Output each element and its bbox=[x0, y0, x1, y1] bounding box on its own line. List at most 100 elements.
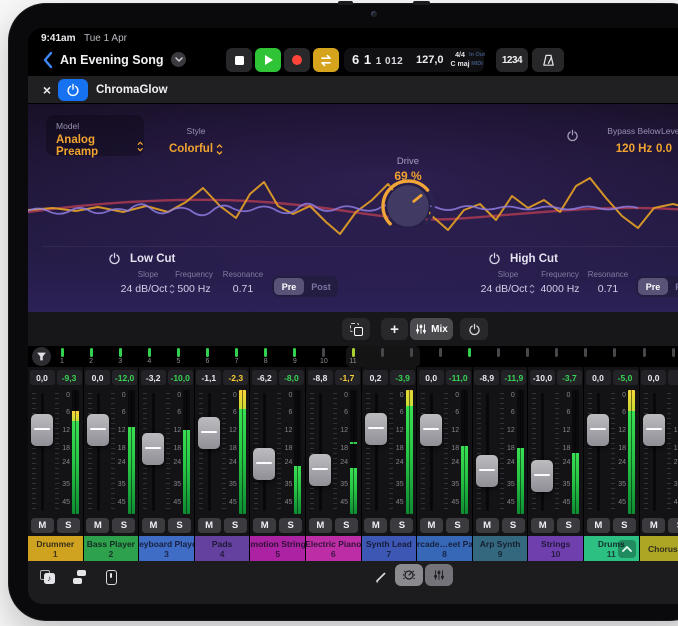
back-button[interactable] bbox=[38, 50, 56, 70]
play-button[interactable] bbox=[255, 48, 281, 72]
peak-db-value[interactable]: -11,9 bbox=[501, 370, 526, 385]
overview-track-tick[interactable] bbox=[666, 348, 678, 358]
volume-fader[interactable] bbox=[476, 455, 498, 487]
peak-db-value[interactable]: -3,9 bbox=[390, 370, 415, 385]
track-name-button[interactable]: Arcade…eet Pad8 bbox=[417, 536, 472, 561]
track-name-button[interactable]: Drums11 bbox=[584, 536, 639, 561]
project-title-menu[interactable]: An Evening Song bbox=[60, 52, 186, 67]
volume-fader[interactable] bbox=[87, 414, 109, 446]
peak-db-value[interactable]: -9,3 bbox=[57, 370, 82, 385]
mix-view-button[interactable]: Mix bbox=[410, 318, 453, 340]
post-button[interactable]: Post bbox=[670, 278, 678, 295]
overview-track-tick[interactable]: 8 bbox=[259, 348, 273, 365]
peak-db-value[interactable]: -5,0 bbox=[613, 370, 638, 385]
cycle-button[interactable] bbox=[313, 48, 339, 72]
mute-button[interactable]: M bbox=[86, 518, 109, 533]
fader-db-value[interactable]: 0,0 bbox=[30, 370, 55, 385]
peak-db-value[interactable]: -1,7 bbox=[335, 370, 360, 385]
track-name-button[interactable]: Emotion Strings5 bbox=[250, 536, 305, 561]
mute-button[interactable]: M bbox=[642, 518, 665, 533]
overview-track-tick[interactable] bbox=[521, 348, 535, 358]
solo-button[interactable]: S bbox=[224, 518, 247, 533]
solo-button[interactable]: S bbox=[668, 518, 678, 533]
mixer-power-button[interactable] bbox=[460, 318, 488, 340]
overview-track-tick[interactable]: 1 bbox=[55, 348, 69, 365]
collapse-stack-button[interactable] bbox=[618, 540, 636, 558]
metronome-button[interactable] bbox=[532, 48, 564, 72]
stop-button[interactable] bbox=[226, 48, 252, 72]
overview-track-tick[interactable] bbox=[550, 348, 564, 358]
volume-fader[interactable] bbox=[198, 417, 220, 449]
duplicate-button[interactable] bbox=[342, 318, 370, 340]
overview-track-tick[interactable]: 9 bbox=[288, 348, 302, 365]
track-name-button[interactable]: Arp Synth9 bbox=[473, 536, 528, 561]
add-track-button[interactable]: + bbox=[381, 318, 408, 340]
fader-db-value[interactable]: -10,0 bbox=[530, 370, 555, 385]
solo-button[interactable]: S bbox=[335, 518, 358, 533]
overview-track-tick[interactable]: 2 bbox=[84, 348, 98, 365]
volume-fader[interactable] bbox=[643, 414, 665, 446]
chevron-down-icon[interactable] bbox=[171, 52, 186, 67]
volume-fader[interactable] bbox=[253, 448, 275, 480]
faders-view-button[interactable] bbox=[425, 564, 453, 586]
fader-db-value[interactable]: 0,0 bbox=[85, 370, 110, 385]
fader-db-value[interactable]: -8,9 bbox=[474, 370, 499, 385]
pre-button[interactable]: Pre bbox=[638, 278, 668, 295]
mute-button[interactable]: M bbox=[31, 518, 54, 533]
fader-db-value[interactable]: -8,8 bbox=[308, 370, 333, 385]
solo-button[interactable]: S bbox=[168, 518, 191, 533]
solo-button[interactable]: S bbox=[57, 518, 80, 533]
peak-db-value[interactable] bbox=[668, 370, 678, 385]
mute-button[interactable]: M bbox=[364, 518, 387, 533]
track-name-button[interactable]: Drummer1 bbox=[28, 536, 83, 561]
overview-track-tick[interactable] bbox=[637, 348, 651, 358]
peak-db-value[interactable]: -2,3 bbox=[223, 370, 248, 385]
peak-db-value[interactable]: -3,7 bbox=[557, 370, 582, 385]
mute-button[interactable]: M bbox=[587, 518, 610, 533]
peak-db-value[interactable]: -11,0 bbox=[446, 370, 471, 385]
fader-db-value[interactable]: 0,2 bbox=[363, 370, 388, 385]
loop-browser-button[interactable]: ♪ bbox=[36, 567, 58, 587]
overview-track-tick[interactable] bbox=[492, 348, 506, 358]
peak-db-value[interactable]: -10,0 bbox=[168, 370, 193, 385]
lcd-display[interactable]: 6 1 1 012 127,0 4/4C maj In OutMIDI bbox=[344, 48, 484, 72]
solo-button[interactable]: S bbox=[613, 518, 636, 533]
solo-button[interactable]: S bbox=[279, 518, 302, 533]
overview-track-tick[interactable] bbox=[433, 348, 447, 358]
track-name-button[interactable]: Strings10 bbox=[528, 536, 583, 561]
fader-db-value[interactable]: 0,0 bbox=[419, 370, 444, 385]
drive-knob[interactable] bbox=[380, 178, 436, 234]
mute-button[interactable]: M bbox=[142, 518, 165, 533]
low-cut-resonance[interactable]: Resonance 0.71 bbox=[211, 270, 275, 295]
track-name-button[interactable]: Pads4 bbox=[195, 536, 250, 561]
fader-db-value[interactable]: -3,2 bbox=[141, 370, 166, 385]
volume-fader[interactable] bbox=[531, 460, 553, 492]
plugins-button[interactable] bbox=[68, 567, 90, 587]
level-control[interactable]: Level 0.0 bbox=[656, 121, 678, 155]
overview-track-tick[interactable] bbox=[462, 348, 476, 358]
record-button[interactable] bbox=[284, 48, 310, 72]
overview-track-tick[interactable] bbox=[375, 348, 389, 358]
overview-track-tick[interactable]: 3 bbox=[113, 348, 127, 365]
edit-button[interactable] bbox=[370, 567, 392, 587]
overview-track-tick[interactable]: 6 bbox=[201, 348, 215, 365]
close-plugin-icon[interactable]: × bbox=[38, 81, 56, 99]
bypass-power-button[interactable] bbox=[566, 129, 579, 147]
volume-fader[interactable] bbox=[365, 413, 387, 445]
overview-track-tick[interactable] bbox=[404, 348, 418, 358]
track-name-button[interactable]: Synth Lead7 bbox=[362, 536, 417, 561]
peak-db-value[interactable]: -12,0 bbox=[112, 370, 137, 385]
track-name-button[interactable]: Keyboard Player3 bbox=[139, 536, 194, 561]
track-name-button[interactable]: Chorus V bbox=[640, 536, 678, 561]
fader-db-value[interactable]: -6,2 bbox=[252, 370, 277, 385]
volume-fader[interactable] bbox=[309, 454, 331, 486]
volume-fader[interactable] bbox=[31, 414, 53, 446]
model-selector[interactable]: Model Analog Preamp bbox=[46, 115, 144, 156]
track-name-button[interactable]: Electric Piano6 bbox=[306, 536, 361, 561]
overview-track-tick[interactable]: 10 bbox=[317, 348, 331, 365]
low-cut-power-button[interactable] bbox=[108, 252, 121, 265]
channel-strip-button[interactable] bbox=[100, 567, 122, 587]
mute-button[interactable]: M bbox=[420, 518, 443, 533]
high-cut-resonance[interactable]: Resonance 0.71 bbox=[576, 270, 640, 295]
fader-db-value[interactable]: 0,0 bbox=[641, 370, 666, 385]
